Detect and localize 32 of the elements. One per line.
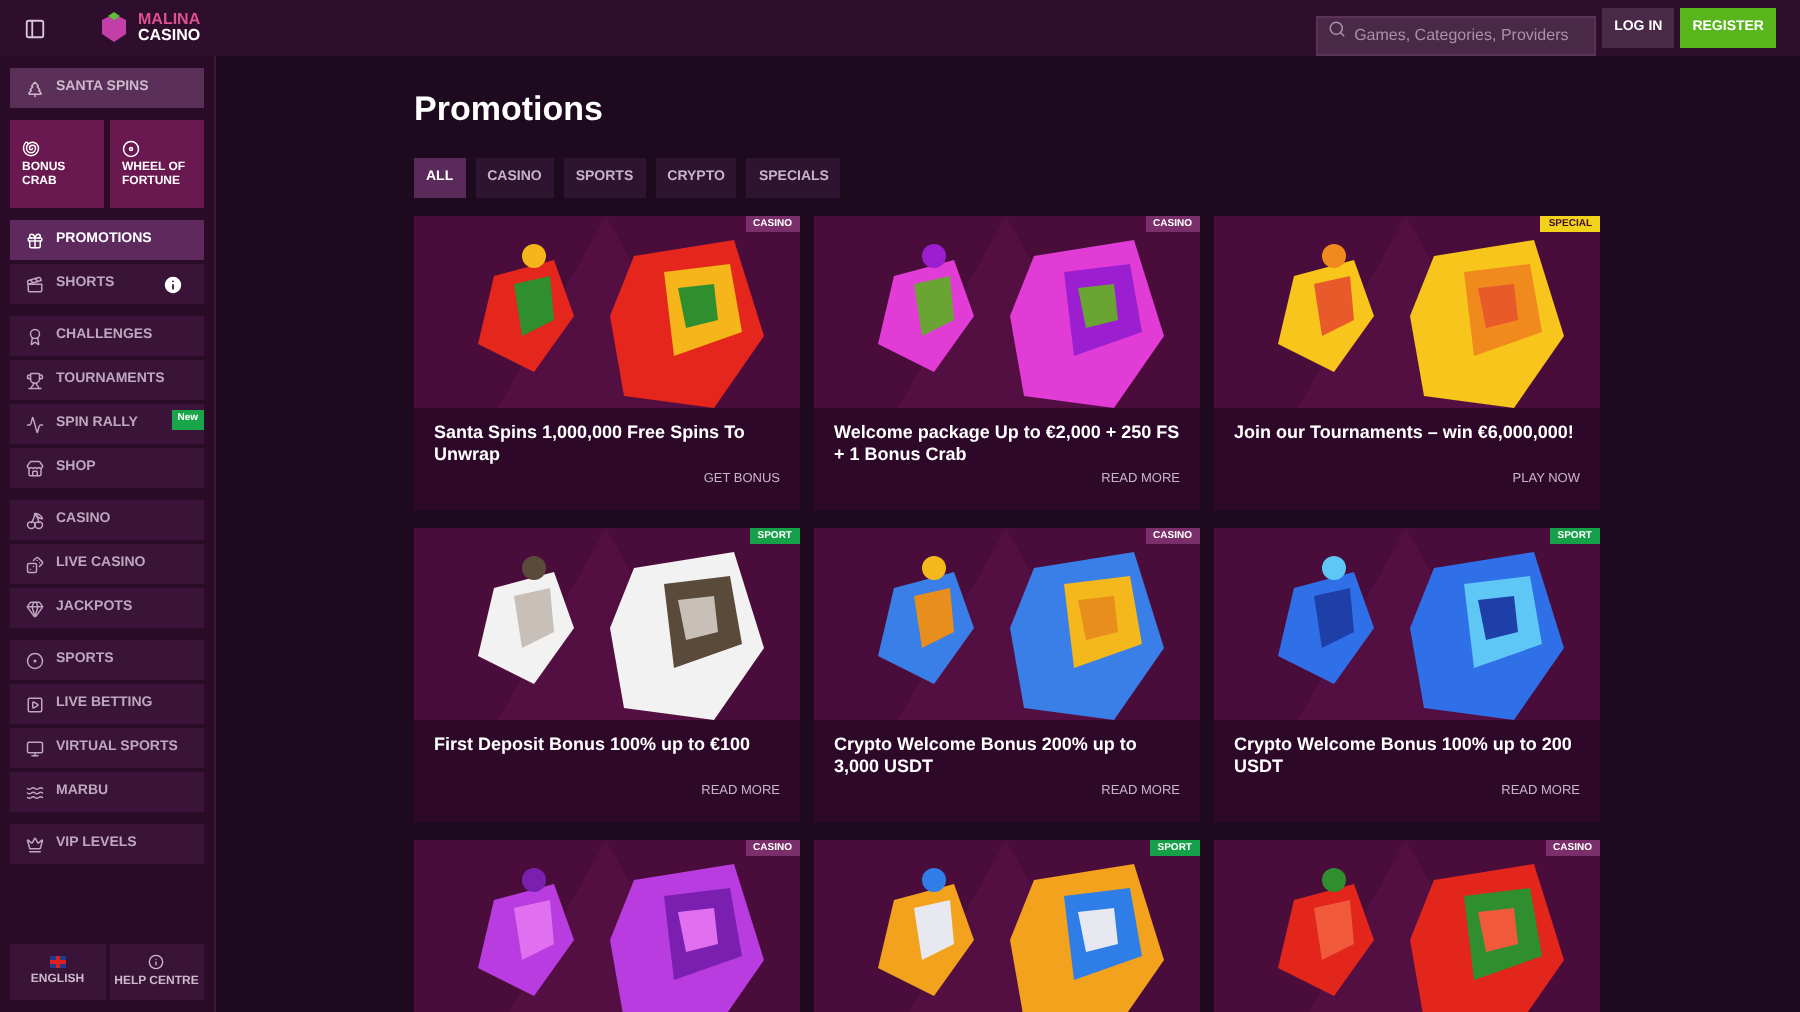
card-title: Crypto Welcome Bonus 100% up to 200 USDT <box>1232 732 1574 780</box>
menu-icon <box>26 231 44 249</box>
tile-icon <box>22 139 40 157</box>
search-icon <box>1328 19 1347 37</box>
logo-text: CASINO <box>138 28 201 44</box>
sidebar-toggle-icon[interactable] <box>24 17 46 39</box>
search-field[interactable]: Games, Categories, Providers <box>1316 15 1597 55</box>
menu-icon <box>26 327 44 345</box>
menu-icon <box>26 739 44 757</box>
card-title: Join our Tournaments – win €6,000,000! <box>1232 420 1576 446</box>
card-title: First Deposit Bonus 100% up to €100 <box>432 732 753 758</box>
logo-icon <box>98 12 130 44</box>
logo-text: MALINA <box>138 12 201 28</box>
menu-icon <box>26 651 44 669</box>
help-icon <box>148 953 165 969</box>
menu-icon <box>26 275 44 293</box>
tree-icon <box>26 79 44 97</box>
menu-icon <box>26 555 44 573</box>
page-title: Promotions <box>414 88 605 132</box>
menu-icon <box>26 371 44 389</box>
card-title: Santa Spins 1,000,000 Free Spins To Unwrap <box>432 420 747 468</box>
flag-icon <box>49 955 66 967</box>
menu-icon <box>26 599 44 617</box>
menu-icon <box>26 695 44 713</box>
card-title: Crypto Welcome Bonus 200% up to 3,000 USDT <box>832 732 1139 780</box>
menu-icon <box>26 511 44 529</box>
menu-icon <box>26 835 44 853</box>
menu-icon <box>26 415 44 433</box>
card-title: Welcome package Up to €2,000 + 250 FS + 1 Bonus Crab <box>832 420 1182 468</box>
menu-icon <box>26 783 44 801</box>
tile-icon <box>122 139 140 157</box>
menu-icon <box>26 459 44 477</box>
